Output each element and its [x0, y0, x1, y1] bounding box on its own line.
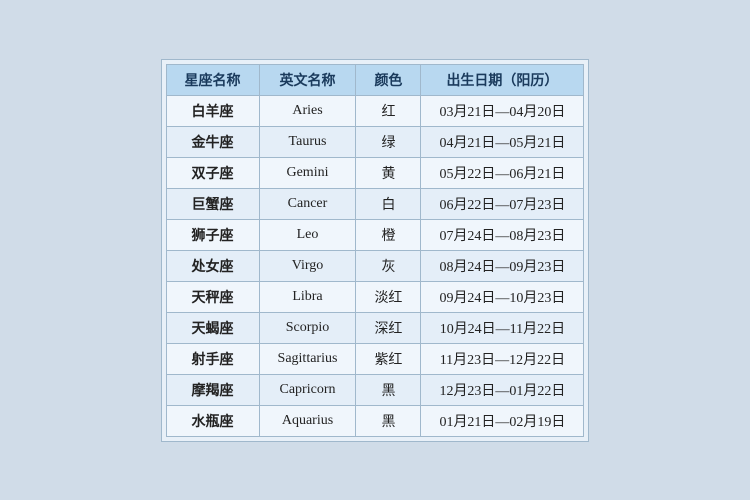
- cell-chinese: 摩羯座: [166, 374, 259, 405]
- table-row: 狮子座Leo橙07月24日—08月23日: [166, 219, 584, 250]
- table-row: 射手座Sagittarius紫红11月23日—12月22日: [166, 343, 584, 374]
- cell-english: Virgo: [259, 250, 356, 281]
- table-row: 天蝎座Scorpio深红10月24日—11月22日: [166, 312, 584, 343]
- table-row: 金牛座Taurus绿04月21日—05月21日: [166, 126, 584, 157]
- cell-color: 绿: [356, 126, 421, 157]
- cell-english: Leo: [259, 219, 356, 250]
- cell-english: Aries: [259, 95, 356, 126]
- zodiac-table-wrapper: 星座名称 英文名称 颜色 出生日期（阳历） 白羊座Aries红03月21日—04…: [161, 59, 590, 442]
- cell-dates: 01月21日—02月19日: [421, 405, 584, 436]
- cell-english: Gemini: [259, 157, 356, 188]
- cell-dates: 04月21日—05月21日: [421, 126, 584, 157]
- cell-dates: 03月21日—04月20日: [421, 95, 584, 126]
- cell-dates: 08月24日—09月23日: [421, 250, 584, 281]
- zodiac-table: 星座名称 英文名称 颜色 出生日期（阳历） 白羊座Aries红03月21日—04…: [166, 64, 585, 437]
- cell-chinese: 处女座: [166, 250, 259, 281]
- cell-chinese: 金牛座: [166, 126, 259, 157]
- cell-dates: 06月22日—07月23日: [421, 188, 584, 219]
- cell-dates: 05月22日—06月21日: [421, 157, 584, 188]
- cell-dates: 07月24日—08月23日: [421, 219, 584, 250]
- cell-chinese: 水瓶座: [166, 405, 259, 436]
- cell-english: Aquarius: [259, 405, 356, 436]
- col-header-chinese: 星座名称: [166, 64, 259, 95]
- table-row: 水瓶座Aquarius黑01月21日—02月19日: [166, 405, 584, 436]
- table-row: 双子座Gemini黄05月22日—06月21日: [166, 157, 584, 188]
- cell-english: Taurus: [259, 126, 356, 157]
- col-header-english: 英文名称: [259, 64, 356, 95]
- cell-chinese: 天蝎座: [166, 312, 259, 343]
- cell-english: Scorpio: [259, 312, 356, 343]
- cell-dates: 11月23日—12月22日: [421, 343, 584, 374]
- cell-color: 红: [356, 95, 421, 126]
- cell-color: 灰: [356, 250, 421, 281]
- col-header-color: 颜色: [356, 64, 421, 95]
- cell-chinese: 白羊座: [166, 95, 259, 126]
- cell-english: Libra: [259, 281, 356, 312]
- table-row: 天秤座Libra淡红09月24日—10月23日: [166, 281, 584, 312]
- cell-color: 黑: [356, 374, 421, 405]
- cell-chinese: 双子座: [166, 157, 259, 188]
- cell-chinese: 巨蟹座: [166, 188, 259, 219]
- table-row: 摩羯座Capricorn黑12月23日—01月22日: [166, 374, 584, 405]
- cell-chinese: 射手座: [166, 343, 259, 374]
- cell-dates: 10月24日—11月22日: [421, 312, 584, 343]
- table-row: 巨蟹座Cancer白06月22日—07月23日: [166, 188, 584, 219]
- cell-color: 黑: [356, 405, 421, 436]
- cell-color: 深红: [356, 312, 421, 343]
- cell-color: 淡红: [356, 281, 421, 312]
- cell-english: Capricorn: [259, 374, 356, 405]
- cell-english: Sagittarius: [259, 343, 356, 374]
- cell-chinese: 狮子座: [166, 219, 259, 250]
- table-header-row: 星座名称 英文名称 颜色 出生日期（阳历）: [166, 64, 584, 95]
- cell-color: 黄: [356, 157, 421, 188]
- cell-chinese: 天秤座: [166, 281, 259, 312]
- cell-color: 白: [356, 188, 421, 219]
- table-row: 白羊座Aries红03月21日—04月20日: [166, 95, 584, 126]
- table-row: 处女座Virgo灰08月24日—09月23日: [166, 250, 584, 281]
- cell-dates: 12月23日—01月22日: [421, 374, 584, 405]
- cell-color: 紫红: [356, 343, 421, 374]
- cell-english: Cancer: [259, 188, 356, 219]
- cell-color: 橙: [356, 219, 421, 250]
- col-header-dates: 出生日期（阳历）: [421, 64, 584, 95]
- cell-dates: 09月24日—10月23日: [421, 281, 584, 312]
